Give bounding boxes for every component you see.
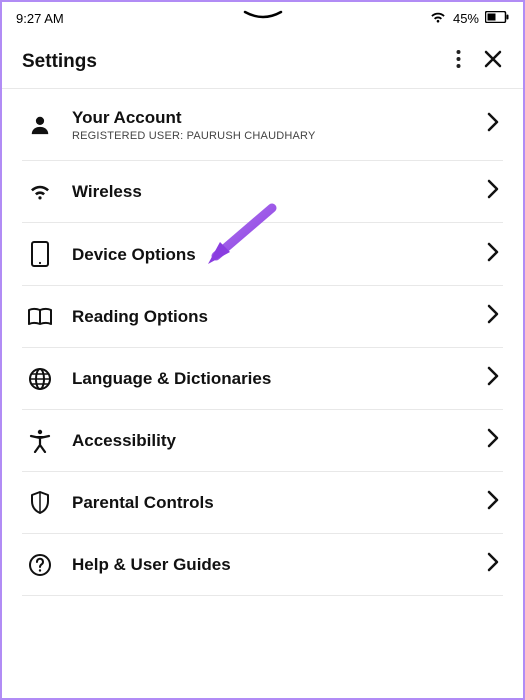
item-title: Accessibility <box>72 430 469 451</box>
item-subtitle: REGISTERED USER: PAURUSH CHAUDHARY <box>72 130 469 142</box>
item-title: Wireless <box>72 181 469 202</box>
chevron-right-icon <box>487 179 499 204</box>
help-icon <box>26 553 54 577</box>
settings-item-language-dictionaries[interactable]: Language & Dictionaries <box>22 348 503 410</box>
item-title: Device Options <box>72 244 469 265</box>
page-header: Settings <box>2 31 523 89</box>
item-title: Language & Dictionaries <box>72 368 469 389</box>
item-title: Help & User Guides <box>72 554 469 575</box>
more-icon[interactable] <box>456 49 461 74</box>
item-title: Reading Options <box>72 306 469 327</box>
status-time: 9:27 AM <box>16 11 64 26</box>
settings-item-wireless[interactable]: Wireless <box>22 161 503 223</box>
chevron-right-icon <box>487 366 499 391</box>
settings-list: Your Account REGISTERED USER: PAURUSH CH… <box>2 89 523 596</box>
chevron-right-icon <box>487 242 499 267</box>
settings-item-your-account[interactable]: Your Account REGISTERED USER: PAURUSH CH… <box>22 89 503 161</box>
accessibility-icon <box>26 429 54 453</box>
close-icon[interactable] <box>483 49 503 74</box>
battery-icon <box>485 11 509 26</box>
wifi-icon <box>429 10 447 27</box>
item-title: Your Account <box>72 107 469 128</box>
settings-item-device-options[interactable]: Device Options <box>22 223 503 286</box>
chevron-right-icon <box>487 428 499 453</box>
status-bar: 9:27 AM 45% <box>2 2 523 31</box>
person-icon <box>26 114 54 136</box>
chevron-right-icon <box>487 112 499 137</box>
device-icon <box>26 241 54 267</box>
page-title: Settings <box>22 51 97 73</box>
settings-item-reading-options[interactable]: Reading Options <box>22 286 503 348</box>
settings-item-parental-controls[interactable]: Parental Controls <box>22 472 503 534</box>
book-icon <box>26 307 54 327</box>
chevron-right-icon <box>487 304 499 329</box>
notch-icon <box>243 8 283 23</box>
globe-icon <box>26 367 54 391</box>
settings-item-accessibility[interactable]: Accessibility <box>22 410 503 472</box>
wifi-icon <box>26 182 54 202</box>
chevron-right-icon <box>487 490 499 515</box>
item-title: Parental Controls <box>72 492 469 513</box>
chevron-right-icon <box>487 552 499 577</box>
battery-pct: 45% <box>453 11 479 26</box>
settings-item-help-user-guides[interactable]: Help & User Guides <box>22 534 503 596</box>
shield-icon <box>26 491 54 515</box>
